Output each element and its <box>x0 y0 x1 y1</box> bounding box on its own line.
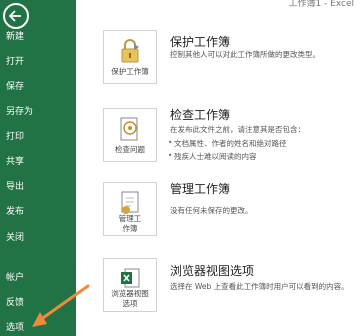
annotation-arrow-icon <box>32 284 90 327</box>
